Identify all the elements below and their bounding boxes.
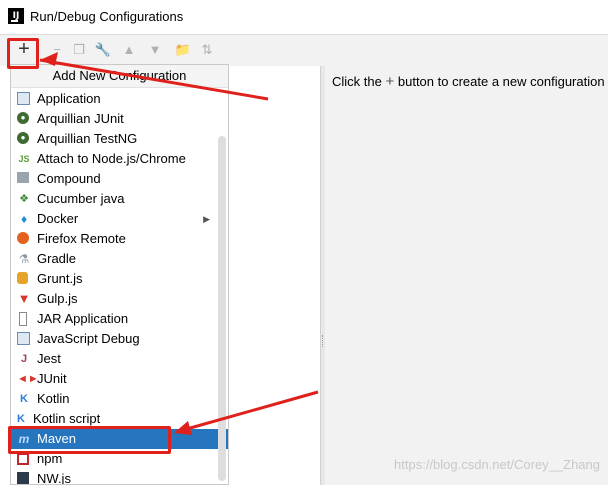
- watermark-text: https://blog.csdn.net/Corey__Zhang: [394, 457, 600, 472]
- annotation-arrowhead-add: [40, 52, 58, 66]
- annotation-arrow-maven: [175, 390, 319, 434]
- annotation-arrowhead-maven: [174, 421, 192, 435]
- annotation-arrow-add: [39, 58, 269, 101]
- annotation-arrows: [39, 52, 319, 435]
